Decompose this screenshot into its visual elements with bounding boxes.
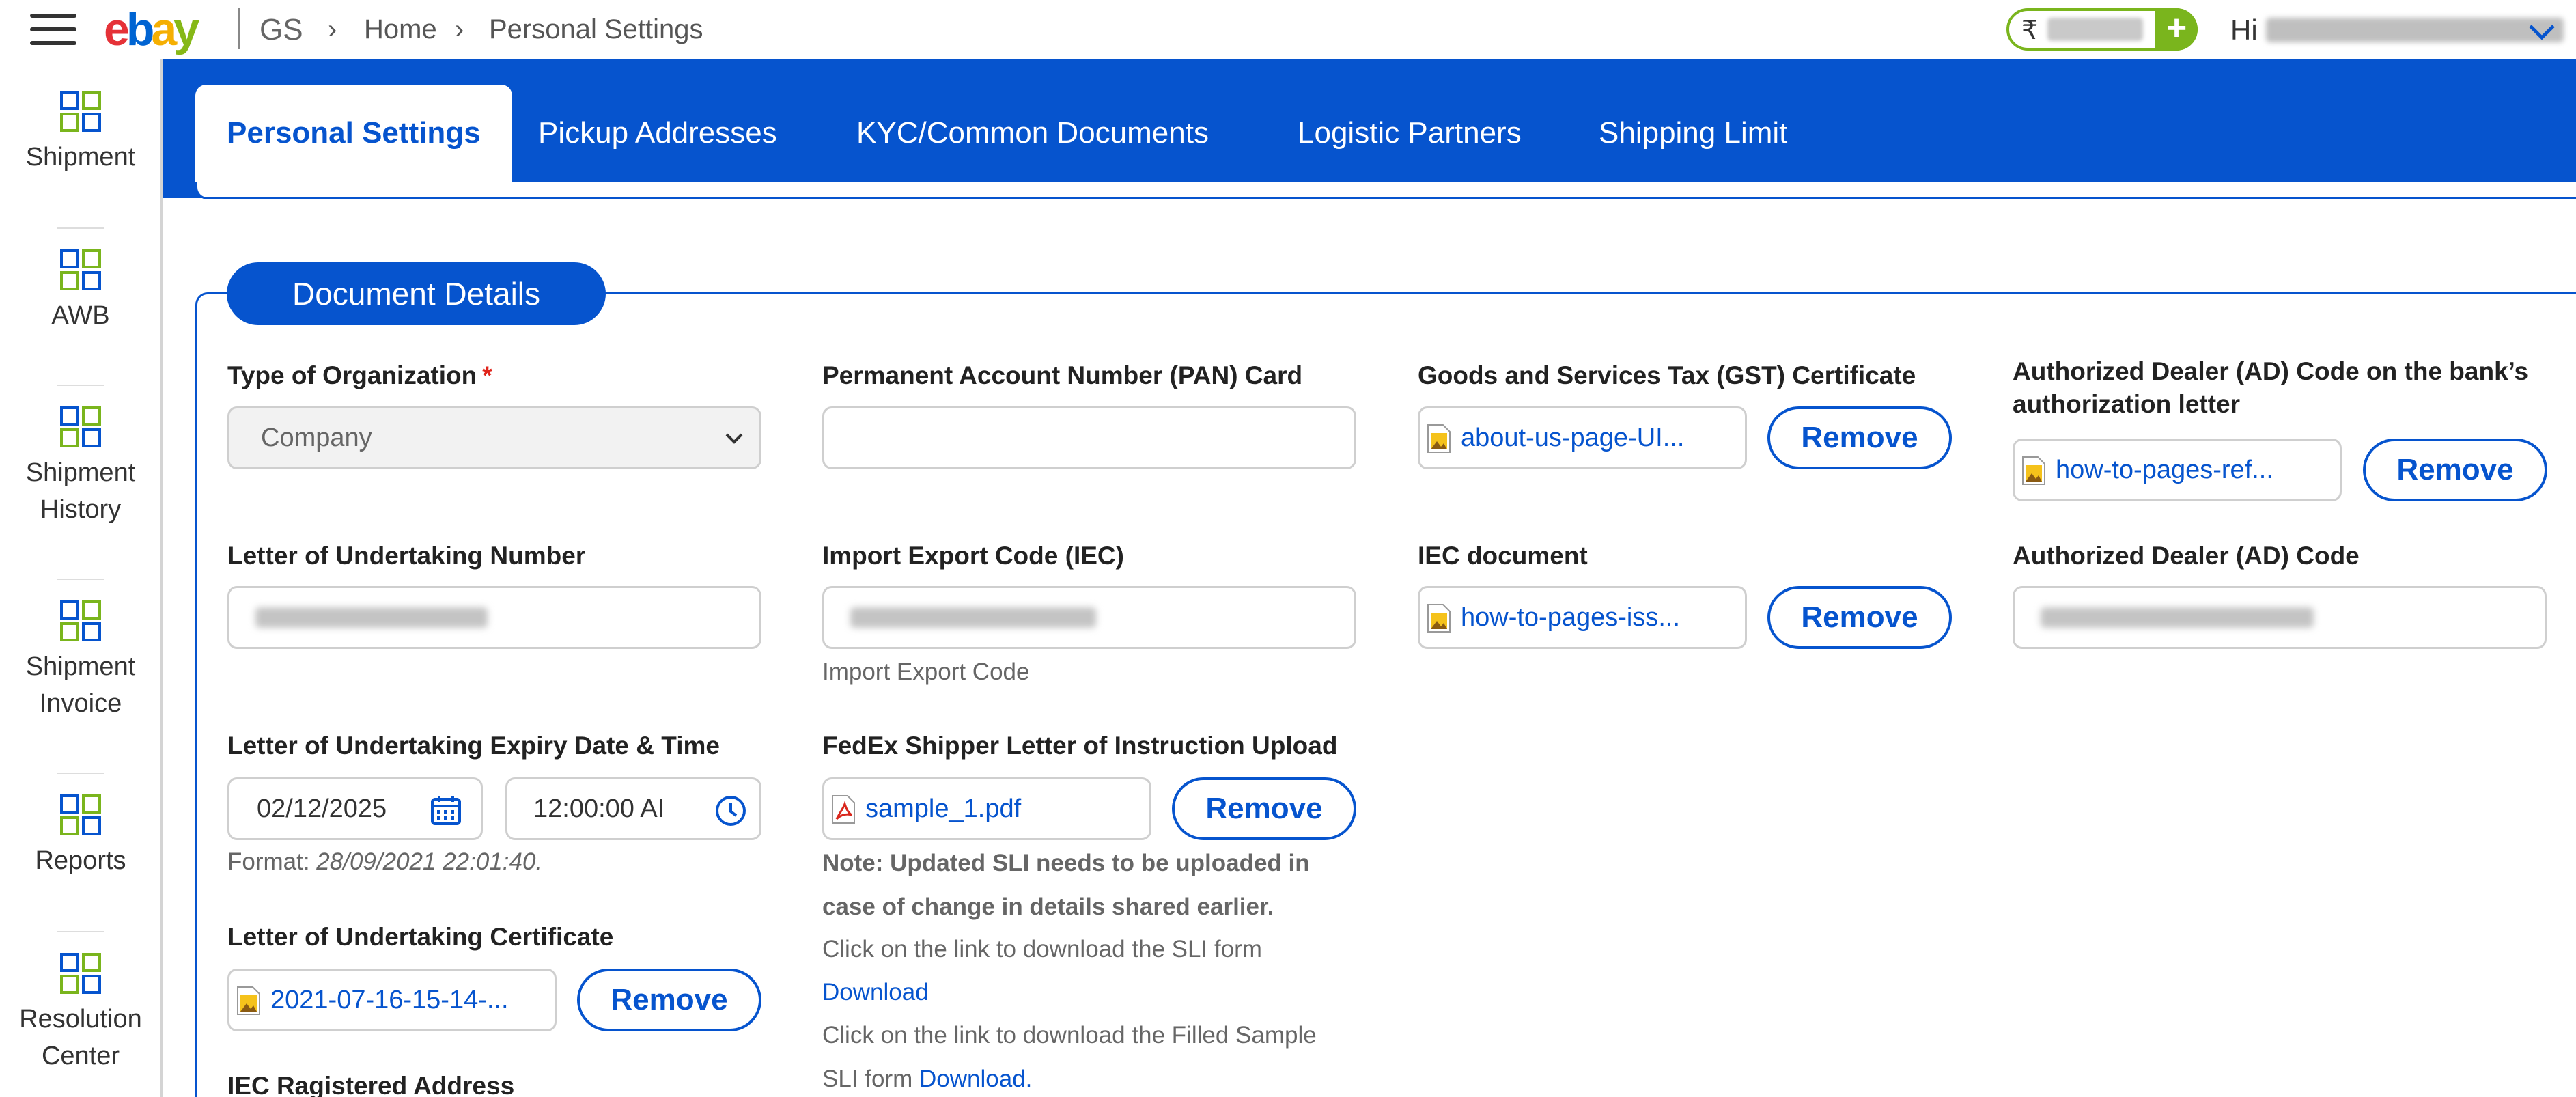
wallet-balance[interactable]: ₹ + (2006, 8, 2198, 51)
sidebar-item-label: Shipment (25, 652, 136, 681)
calendar-icon[interactable] (430, 794, 462, 826)
iec-doc-file-chip[interactable]: how-to-pages-iss... (1418, 586, 1747, 649)
iec-hint: Import Export Code (822, 658, 1030, 685)
sli-remove-button[interactable]: Remove (1172, 777, 1356, 840)
redacted-value (850, 607, 1096, 628)
sidebar-item-resolution-center[interactable]: Resolution Center (0, 953, 161, 1074)
pdf-file-icon (832, 795, 855, 824)
pan-label: Permanent Account Number (PAN) Card (822, 361, 1303, 389)
section-label: GS (260, 13, 303, 46)
sidebar-divider (57, 579, 104, 580)
chevron-down-icon (725, 433, 743, 444)
settings-tabs: Personal Settings Pickup Addresses KYC/C… (195, 85, 2576, 199)
iec-input[interactable] (822, 586, 1356, 649)
lut-cert-remove-button[interactable]: Remove (577, 969, 761, 1031)
tab-shipping-limit[interactable]: Shipping Limit (1599, 85, 1787, 182)
iec-doc-label: IEC document (1418, 542, 1588, 570)
breadcrumb-chevron-icon: › (328, 14, 337, 44)
gst-file-chip[interactable]: about-us-page-UI... (1418, 406, 1747, 469)
image-file-icon (1427, 424, 1451, 453)
sidebar-item-label: AWB (51, 301, 110, 330)
tab-personal-settings[interactable]: Personal Settings (195, 85, 512, 182)
ad-letter-remove-button[interactable]: Remove (2363, 439, 2547, 501)
tab-kyc-documents[interactable]: KYC/Common Documents (856, 85, 1209, 182)
gst-remove-button[interactable]: Remove (1767, 406, 1952, 469)
sidebar-item-awb[interactable]: AWB (0, 249, 161, 334)
gst-label: Goods and Services Tax (GST) Certificate (1418, 361, 1916, 389)
wallet-amount-redacted (2047, 18, 2143, 41)
sidebar-item-label: Shipment (25, 458, 136, 487)
image-file-icon (237, 986, 260, 1015)
lut-number-label: Letter of Undertaking Number (227, 542, 586, 570)
image-file-icon (1427, 604, 1451, 633)
ad-code-label: Authorized Dealer (AD) Code (2013, 542, 2360, 570)
grid-icon (60, 249, 101, 290)
sidebar-item-reports[interactable]: Reports (0, 794, 161, 879)
sli-sample-download-link[interactable]: Download. (919, 1066, 1032, 1092)
sli-sample-text: Click on the link to download the Filled… (822, 1022, 1317, 1092)
sidebar-item-label: Invoice (39, 689, 122, 718)
username-redacted (2266, 18, 2564, 42)
lut-expiry-label: Letter of Undertaking Expiry Date & Time (227, 732, 720, 760)
grid-icon (60, 794, 101, 835)
ad-letter-file-chip[interactable]: how-to-pages-ref... (2013, 439, 2342, 501)
redacted-value (255, 607, 488, 628)
sli-download-text: Click on the link to download the SLI fo… (822, 936, 1262, 962)
tab-pickup-addresses[interactable]: Pickup Addresses (538, 85, 777, 182)
tab-logistic-partners[interactable]: Logistic Partners (1298, 85, 1522, 182)
ad-letter-label: Authorized Dealer (AD) Code on the bank’… (2013, 357, 2529, 418)
sidebar-item-label: History (40, 495, 122, 524)
section-title: Document Details (227, 262, 606, 325)
sidebar-divider (57, 931, 104, 932)
sidebar-divider (57, 385, 104, 386)
grid-icon (60, 600, 101, 641)
rupee-icon: ₹ (2021, 16, 2039, 45)
org-type-select[interactable]: Company (227, 406, 761, 469)
grid-icon (60, 953, 101, 994)
required-marker: * (482, 361, 492, 389)
image-file-icon (2022, 456, 2045, 485)
sidebar-item-label: Shipment (25, 143, 136, 171)
redacted-value (2041, 607, 2314, 628)
lut-expiry-date-input[interactable]: 02/12/2025 (227, 777, 483, 840)
grid-icon (60, 91, 101, 132)
sidebar-divider (57, 227, 104, 229)
clock-icon[interactable] (714, 794, 747, 827)
sli-label: FedEx Shipper Letter of Instruction Uplo… (822, 732, 1338, 760)
sidebar: Shipment AWB Shipment History Shipment I… (0, 59, 163, 1097)
breadcrumb-home[interactable]: Home (364, 0, 437, 59)
ad-code-input[interactable] (2013, 586, 2547, 649)
lut-number-input[interactable] (227, 586, 761, 649)
greeting: Hi (2230, 14, 2258, 46)
breadcrumb-current: Personal Settings (489, 14, 703, 44)
lut-expiry-time-input[interactable]: 12:00:00 AI (505, 777, 761, 840)
sidebar-item-shipment-history[interactable]: Shipment History (0, 406, 161, 528)
sidebar-item-label: Reports (35, 846, 126, 875)
sidebar-item-shipment-invoice[interactable]: Shipment Invoice (0, 600, 161, 722)
iec-label: Import Export Code (IEC) (822, 542, 1124, 570)
breadcrumb-chevron-icon: › (455, 14, 464, 44)
org-type-label: Type of Organization * (227, 361, 492, 389)
sidebar-item-shipment[interactable]: Shipment (0, 91, 161, 176)
sli-file-chip[interactable]: sample_1.pdf (822, 777, 1151, 840)
grid-icon (60, 406, 101, 447)
sidebar-divider (57, 773, 104, 774)
ebay-logo[interactable]: ebay (104, 0, 199, 59)
hamburger-menu-icon[interactable] (30, 14, 76, 45)
sli-download-link[interactable]: Download (822, 971, 929, 1014)
sidebar-item-label: Center (41, 1042, 120, 1070)
pan-input[interactable] (822, 406, 1356, 469)
add-funds-icon[interactable]: + (2155, 8, 2198, 51)
sidebar-item-label: Resolution (19, 1005, 142, 1033)
date-format-hint: Format: 28/09/2021 22:01:40. (227, 848, 543, 875)
lut-cert-file-chip[interactable]: 2021-07-16-15-14-... (227, 969, 557, 1031)
iec-doc-remove-button[interactable]: Remove (1767, 586, 1952, 649)
iec-address-label: IEC Ragistered Address (227, 1072, 515, 1097)
chevron-down-icon[interactable] (2528, 23, 2556, 41)
top-bar: ebay GS › Home › Personal Settings ₹ + H… (0, 0, 2576, 59)
header-divider (238, 8, 240, 49)
sli-note: Note: Updated SLI needs to be uploaded i… (822, 850, 1310, 920)
lut-cert-label: Letter of Undertaking Certificate (227, 923, 614, 951)
